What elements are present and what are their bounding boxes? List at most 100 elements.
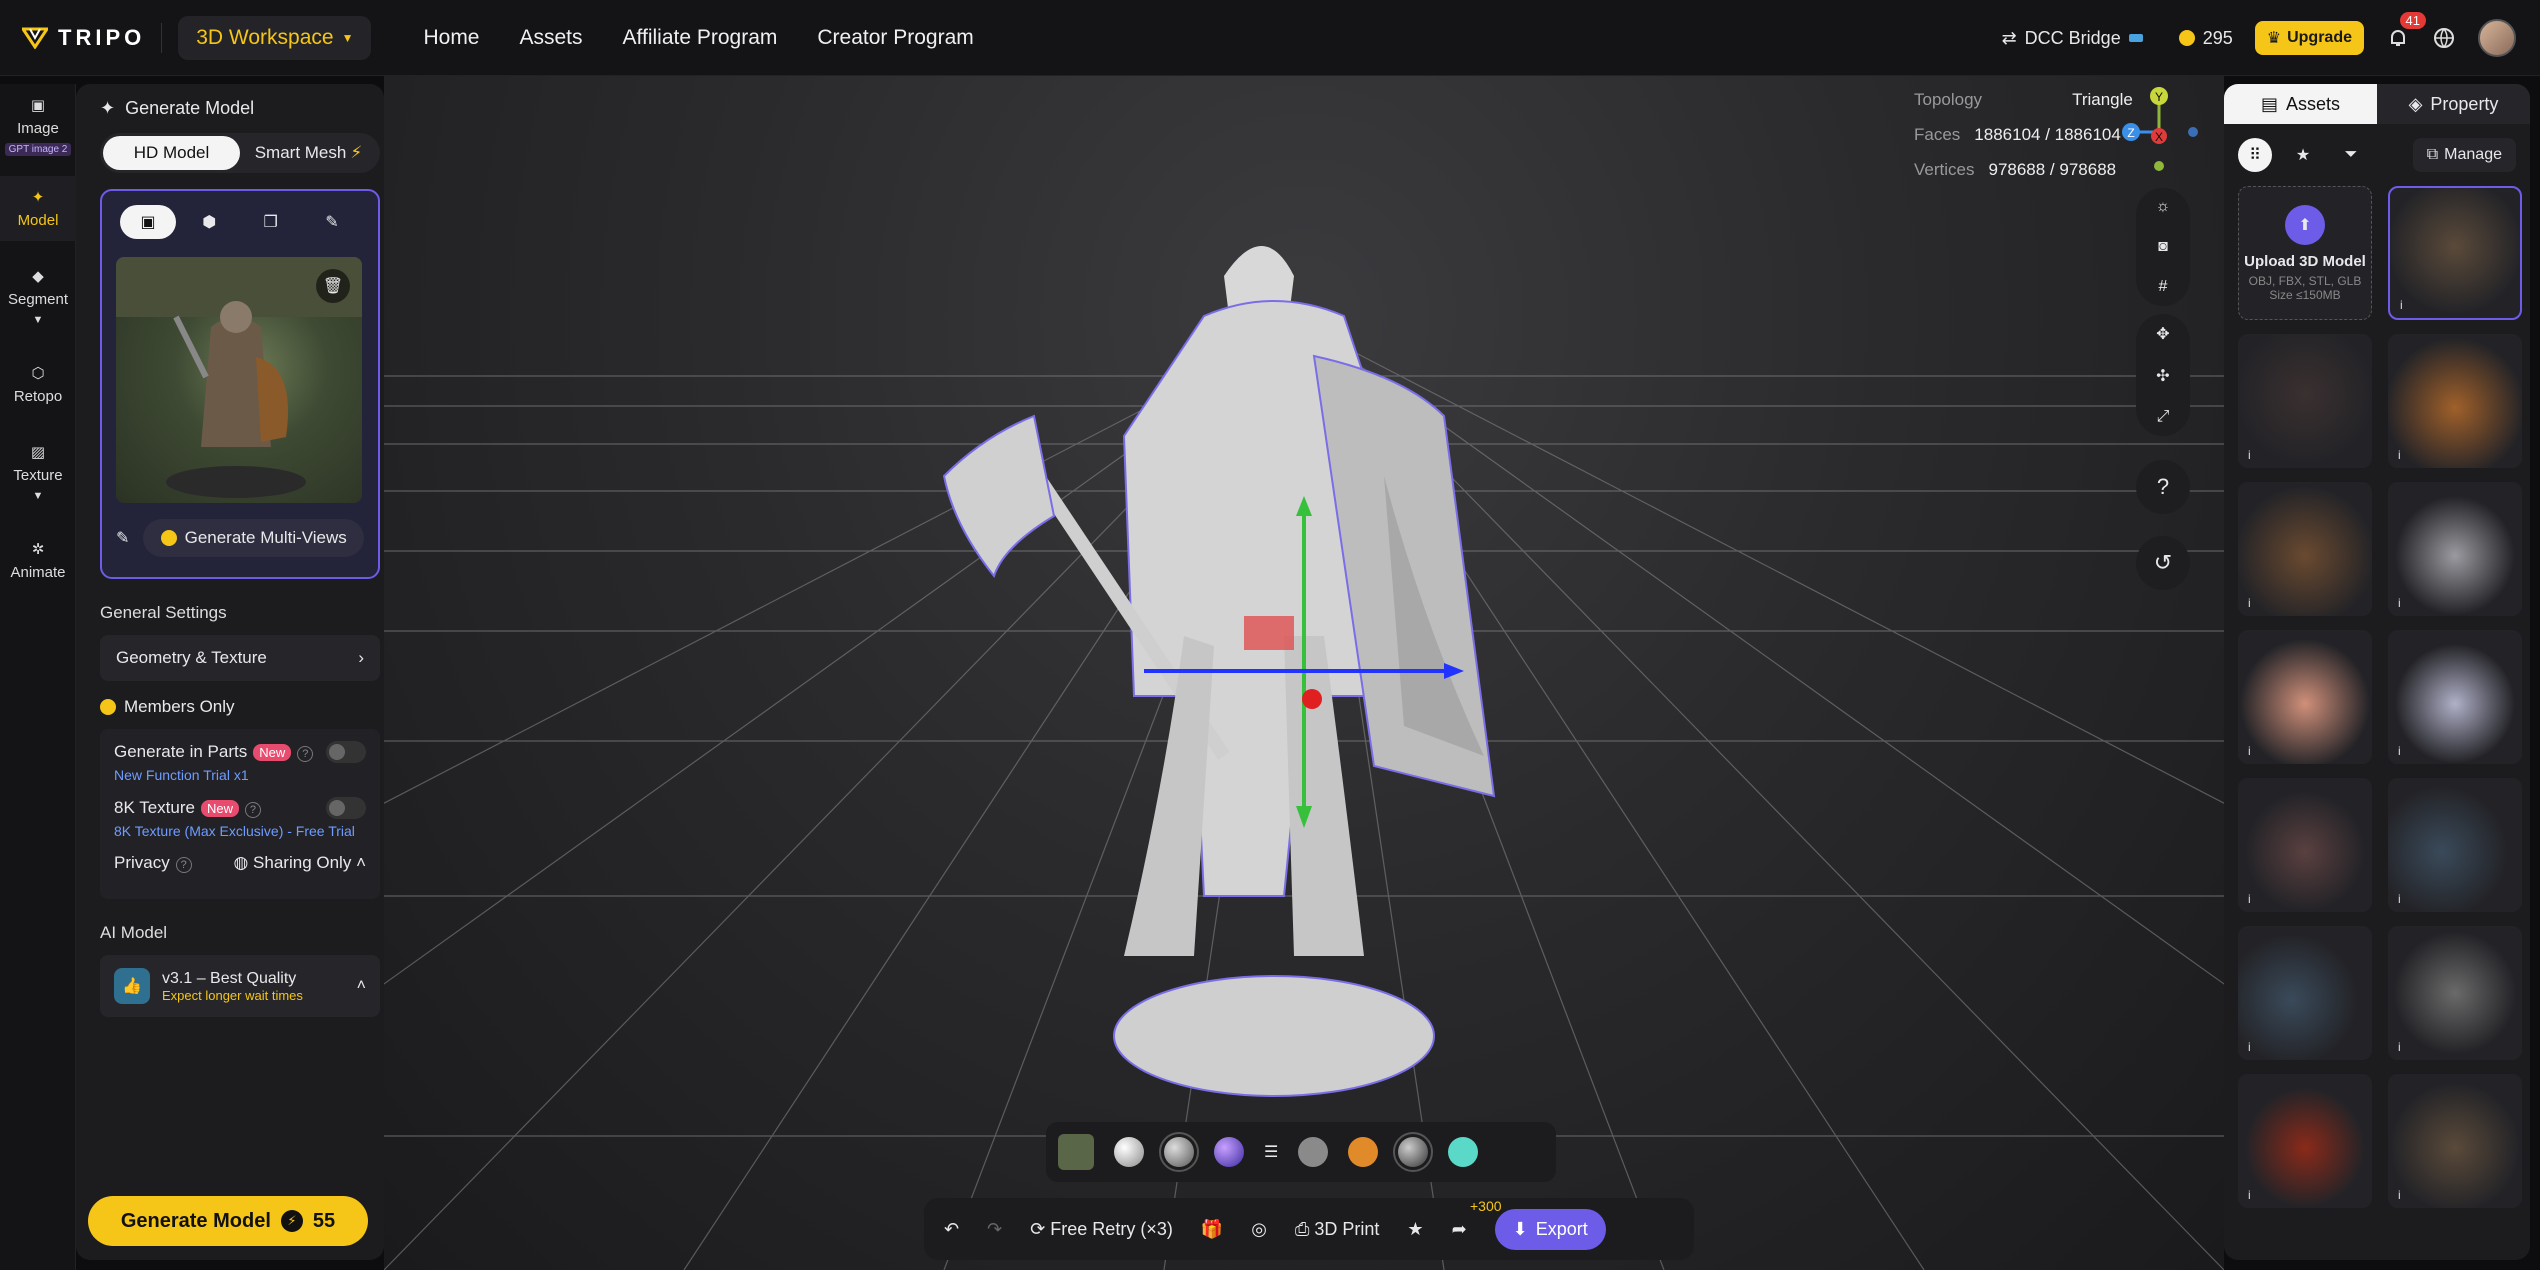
notifications-button[interactable]: 41 xyxy=(2386,12,2426,50)
info-icon[interactable]: i xyxy=(2248,1188,2260,1202)
grid-toggle-icon[interactable]: # xyxy=(2159,278,2168,296)
nav-home[interactable]: Home xyxy=(423,26,479,50)
smart-mesh-tab[interactable]: Smart Mesh ⚡ xyxy=(240,143,377,163)
info-icon[interactable]: i xyxy=(2398,1188,2410,1202)
info-icon[interactable]: i xyxy=(2400,298,2412,312)
tab-gallery[interactable]: ❐ xyxy=(243,205,299,239)
gift-icon[interactable]: 🎁 xyxy=(1201,1219,1223,1240)
rotate-icon[interactable]: ✣ xyxy=(2156,366,2169,386)
env-teal-icon[interactable] xyxy=(1448,1137,1479,1167)
tab-assets[interactable]: ▤ Assets xyxy=(2224,84,2377,124)
asset-dark-knight[interactable]: i xyxy=(2238,334,2372,468)
lighting-icon[interactable]: ☼ xyxy=(2156,198,2171,216)
rail-texture[interactable]: ▨ Texture ▼ xyxy=(0,431,76,514)
delete-image-button[interactable]: 🗑 xyxy=(316,269,350,303)
reference-thumbnail[interactable] xyxy=(1058,1134,1094,1170)
3d-print-button[interactable]: ⎙ 3D Print xyxy=(1295,1219,1379,1240)
export-label: Export xyxy=(1535,1218,1588,1239)
asset-caped-figure[interactable]: i xyxy=(2238,778,2372,912)
asset-burger[interactable]: i xyxy=(2388,334,2522,468)
upgrade-button[interactable]: ♛ Upgrade xyxy=(2254,21,2364,55)
material-color-icon[interactable] xyxy=(1214,1137,1244,1167)
asset-blue-figure-2[interactable]: i xyxy=(2238,926,2372,1060)
asset-monitor[interactable]: i xyxy=(2388,630,2522,764)
share-icon[interactable]: ➦ xyxy=(1452,1219,1467,1240)
asset-warrior-2[interactable]: i xyxy=(2388,1074,2522,1208)
asset-blue-figure[interactable]: i xyxy=(2388,778,2522,912)
asset-robot-head[interactable]: i xyxy=(2388,926,2522,1060)
tab-property[interactable]: ◈ Property xyxy=(2377,84,2530,124)
info-icon[interactable]: i xyxy=(2248,596,2260,610)
generate-multi-views-button[interactable]: Generate Multi-Views xyxy=(143,519,364,557)
export-button[interactable]: ⬇ Export xyxy=(1494,1208,1606,1250)
compare-icon[interactable]: ◎ xyxy=(1251,1219,1267,1240)
privacy-dropdown[interactable]: ◍ Sharing Only ˄ xyxy=(233,853,366,873)
help-button[interactable]: ? xyxy=(2136,460,2190,514)
free-retry-button[interactable]: ⟳ Free Retry (×3) xyxy=(1030,1219,1173,1240)
info-icon[interactable]: i xyxy=(2398,1040,2410,1054)
undo-icon[interactable]: ↶ xyxy=(944,1219,959,1240)
filter-funnel[interactable]: ⏷ xyxy=(2334,138,2368,172)
env-grey-icon[interactable] xyxy=(1298,1137,1329,1167)
nav-affiliate[interactable]: Affiliate Program xyxy=(623,26,778,50)
help-icon[interactable]: ? xyxy=(297,746,314,762)
adjust-icon[interactable]: ☰ xyxy=(1264,1142,1278,1162)
input-image-thumbnail[interactable]: 🗑 xyxy=(116,257,362,503)
filter-favorites[interactable]: ★ xyxy=(2286,138,2320,172)
rail-segment[interactable]: ◆ Segment ▼ xyxy=(0,255,76,338)
avatar[interactable] xyxy=(2478,19,2516,57)
filter-all[interactable]: ⠿ xyxy=(2238,138,2272,172)
workspace-dropdown[interactable]: 3D Workspace ▼ xyxy=(178,15,372,60)
scale-icon[interactable]: ⤢ xyxy=(2157,408,2170,426)
info-icon[interactable]: i xyxy=(2398,448,2410,462)
info-icon[interactable]: i xyxy=(2248,1040,2260,1054)
info-icon[interactable]: i xyxy=(2398,892,2410,906)
material-wire-icon[interactable] xyxy=(1159,1132,1199,1172)
generate-in-parts-toggle[interactable] xyxy=(326,741,366,763)
8k-texture-toggle[interactable] xyxy=(326,797,366,819)
axis-gizmo[interactable]: Y Z X xyxy=(2119,82,2199,172)
rail-model[interactable]: ✦ Model xyxy=(0,176,76,241)
rail-animate[interactable]: ✲ Animate xyxy=(0,528,76,593)
generate-model-button[interactable]: Generate Model ⚡ 55 xyxy=(88,1196,368,1246)
rail-image[interactable]: ▣ Image GPT image 2 xyxy=(0,84,76,168)
help-icon[interactable]: ? xyxy=(244,802,261,818)
move-icon[interactable]: ✥ xyxy=(2156,324,2169,344)
tab-multi-image[interactable]: ⬢ xyxy=(181,205,237,239)
info-icon[interactable]: i xyxy=(2248,744,2260,758)
tab-text[interactable]: ✎ xyxy=(304,205,360,239)
asset-ring-hand[interactable]: i xyxy=(2238,630,2372,764)
dcc-bridge-button[interactable]: ⇄ DCC Bridge xyxy=(1988,20,2157,57)
info-icon[interactable]: i xyxy=(2398,744,2410,758)
geometry-texture-row[interactable]: Geometry & Texture › xyxy=(100,635,380,681)
env-orange-icon[interactable] xyxy=(1348,1137,1379,1167)
edit-image-icon[interactable]: ✎ xyxy=(116,528,129,548)
redo-icon[interactable]: ↷ xyxy=(987,1219,1002,1240)
hd-model-tab[interactable]: HD Model xyxy=(103,136,240,170)
globe-icon[interactable] xyxy=(2432,26,2456,50)
env-dark-icon[interactable] xyxy=(1393,1132,1434,1172)
tripo-logo[interactable]: TRIPO xyxy=(22,25,145,51)
asset-torii-gate[interactable]: i xyxy=(2238,1074,2372,1208)
nav-creator[interactable]: Creator Program xyxy=(817,26,973,50)
nav-assets[interactable]: Assets xyxy=(520,26,583,50)
credits[interactable]: 295 xyxy=(2178,28,2233,49)
star-icon[interactable]: ★ xyxy=(1407,1219,1423,1240)
upload-3d-model[interactable]: ⬆ Upload 3D Model OBJ, FBX, STL, GLB Siz… xyxy=(2238,186,2372,320)
help-icon[interactable]: ? xyxy=(175,857,192,873)
material-clay-icon[interactable] xyxy=(1114,1137,1144,1167)
history-button[interactable]: ↺ xyxy=(2136,536,2190,590)
ai-model-selector[interactable]: 👍 v3.1 – Best Quality Expect longer wait… xyxy=(100,955,380,1017)
info-icon[interactable]: i xyxy=(2398,596,2410,610)
asset-chest[interactable]: i xyxy=(2238,482,2372,616)
rail-retopo[interactable]: ⬡ Retopo xyxy=(0,352,76,417)
info-icon[interactable]: i xyxy=(2248,448,2260,462)
manage-button[interactable]: ⧉ Manage xyxy=(2412,138,2516,172)
3d-viewport[interactable]: Topology Triangle Faces 1886104 / 1886104 … xyxy=(384,76,2224,1270)
asset-chair[interactable]: i xyxy=(2388,482,2522,616)
folder-icon: ▤ xyxy=(2260,93,2278,114)
info-icon[interactable]: i xyxy=(2248,892,2260,906)
screenshot-icon[interactable]: ◙ xyxy=(2158,238,2168,256)
asset-warrior-selected[interactable]: i xyxy=(2388,186,2522,320)
tab-single-image[interactable]: ▣ xyxy=(120,205,176,239)
